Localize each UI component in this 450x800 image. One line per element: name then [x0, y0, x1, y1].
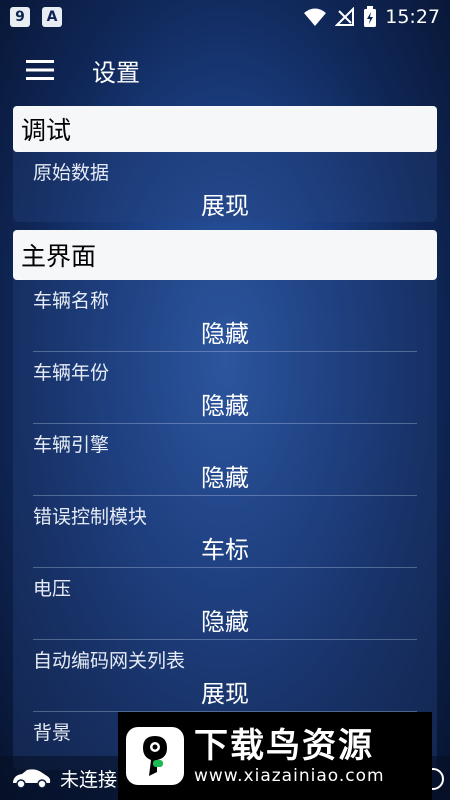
- setting-value: 隐藏: [201, 320, 249, 348]
- battery-charging-icon: [364, 6, 377, 27]
- status-left: 9 A: [10, 7, 62, 27]
- setting-label: 错误控制模块: [33, 506, 148, 528]
- bird-logo-icon: [143, 736, 167, 776]
- wifi-icon: [304, 8, 327, 26]
- car-icon: [13, 769, 51, 789]
- watermark-banner: 下载鸟资源 www.xiazainiao.com: [118, 712, 432, 800]
- setting-label: 自动编码网关列表: [33, 650, 186, 672]
- setting-value: 隐藏: [201, 392, 249, 420]
- status-right: 15:27: [303, 6, 440, 28]
- setting-value: 车标: [201, 536, 249, 564]
- setting-label: 车辆名称: [33, 290, 110, 312]
- no-signal-icon: [335, 7, 355, 26]
- setting-label: 背景: [33, 722, 72, 744]
- menu-button[interactable]: [10, 40, 70, 100]
- setting-row-voltage[interactable]: 电压 隐藏: [33, 568, 417, 640]
- notification-app-icon: A: [42, 7, 62, 27]
- section-header: 主界面: [13, 230, 437, 280]
- setting-row-vehicle-name[interactable]: 车辆名称 隐藏: [33, 280, 417, 352]
- watermark-text: 下载鸟资源 www.xiazainiao.com: [194, 726, 385, 786]
- setting-value: 展现: [201, 680, 249, 708]
- hamburger-menu-icon: [26, 60, 54, 80]
- notification-app-icon: 9: [10, 7, 30, 27]
- section-header: 调试: [13, 106, 437, 152]
- watermark-logo-icon: [126, 727, 184, 785]
- setting-row-vehicle-engine[interactable]: 车辆引擎 隐藏: [33, 424, 417, 496]
- setting-value: 展现: [201, 192, 249, 220]
- setting-row-raw-data[interactable]: 原始数据 展现: [33, 152, 417, 224]
- setting-label: 电压: [33, 578, 72, 600]
- setting-value: 隐藏: [201, 464, 249, 492]
- watermark-title: 下载鸟资源: [194, 726, 374, 766]
- watermark-url: www.xiazainiao.com: [194, 766, 385, 786]
- status-bar: 9 A 15:27: [0, 0, 450, 34]
- setting-row-vehicle-year[interactable]: 车辆年份 隐藏: [33, 352, 417, 424]
- setting-row-error-control-module[interactable]: 错误控制模块 车标: [33, 496, 417, 568]
- setting-row-auto-coding-gateway-list[interactable]: 自动编码网关列表 展现: [33, 640, 417, 712]
- section-debug: 调试 原始数据 展现: [13, 106, 437, 222]
- setting-label: 车辆引擎: [33, 434, 110, 456]
- app-bar: 设置: [0, 34, 450, 106]
- setting-label: 车辆年份: [33, 362, 110, 384]
- connection-status-text: 未连接: [60, 768, 118, 791]
- page-title: 设置: [92, 58, 140, 87]
- setting-label: 原始数据: [33, 162, 110, 184]
- status-time: 15:27: [385, 6, 440, 28]
- section-main-interface: 主界面 车辆名称 隐藏 车辆年份 隐藏 车辆引擎 隐藏 错误控制模块 车标 电压…: [13, 230, 437, 770]
- setting-value: 隐藏: [201, 608, 249, 636]
